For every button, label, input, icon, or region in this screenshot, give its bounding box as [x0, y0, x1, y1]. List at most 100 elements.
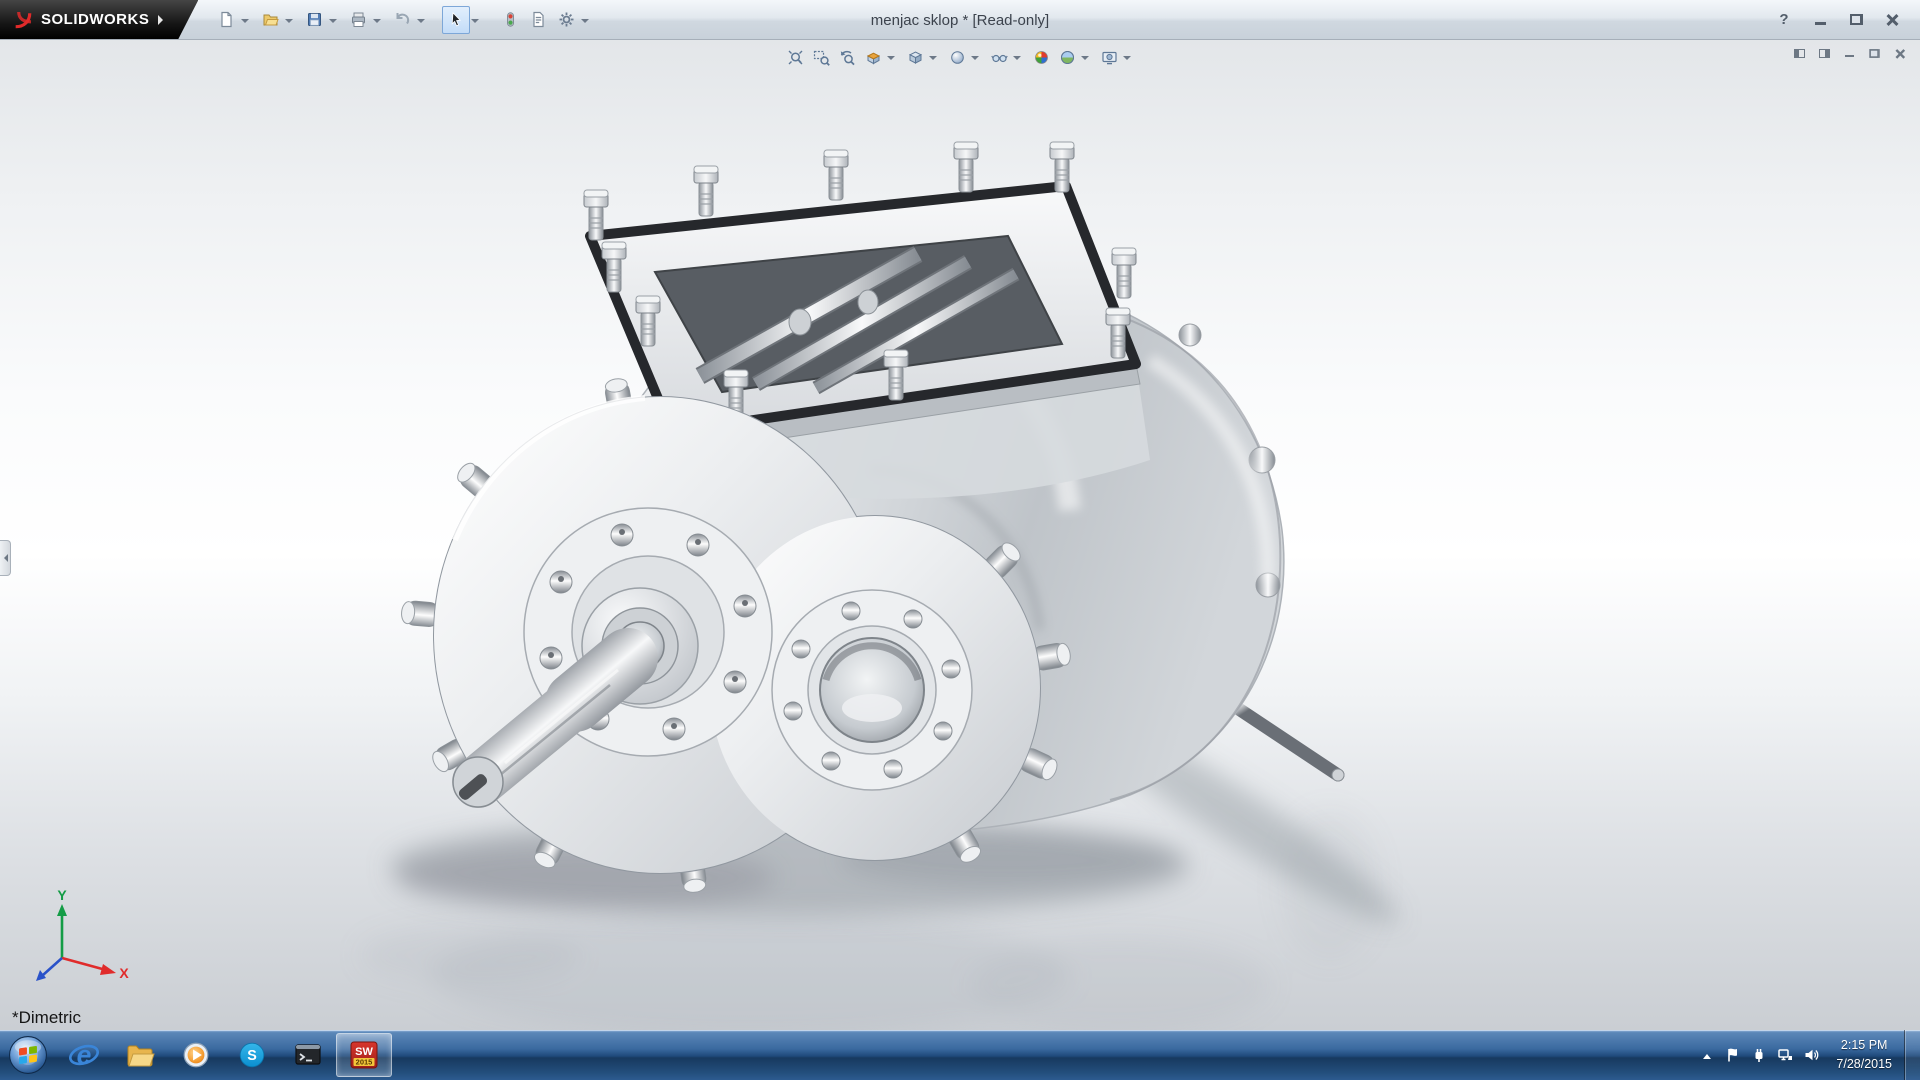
taskbar-windows-explorer[interactable]: [112, 1033, 168, 1077]
svg-text:2015: 2015: [356, 1058, 373, 1067]
network-icon: [1777, 1047, 1793, 1063]
save-dropdown[interactable]: [329, 19, 337, 27]
pane-right-icon: [1819, 49, 1830, 58]
print-icon: [350, 11, 367, 28]
new-document-icon: [218, 11, 235, 28]
view-orientation-button[interactable]: [902, 44, 928, 70]
flag-icon: [1725, 1047, 1741, 1063]
undo-dropdown[interactable]: [417, 19, 425, 27]
reference-triad: Y X: [26, 886, 130, 990]
solidworks-app-icon: SW 2015: [348, 1039, 380, 1071]
open-button[interactable]: [256, 6, 284, 34]
minimize-button[interactable]: [1804, 8, 1836, 32]
print-button[interactable]: [344, 6, 372, 34]
edit-appearance-button[interactable]: [1028, 44, 1054, 70]
new-document-dropdown[interactable]: [241, 19, 249, 27]
open-dropdown[interactable]: [285, 19, 293, 27]
options-button[interactable]: [552, 6, 580, 34]
triad-y-label: Y: [57, 887, 67, 903]
chevron-up-icon: [1703, 1050, 1711, 1059]
view-settings-icon: [1101, 49, 1118, 66]
doc-close-icon: [1894, 48, 1904, 58]
zoom-to-fit-button[interactable]: [782, 44, 808, 70]
svg-text:SW: SW: [355, 1046, 373, 1058]
restore-button[interactable]: [1840, 8, 1872, 32]
taskbar-skype[interactable]: S: [224, 1033, 280, 1077]
show-hidden-icons-button[interactable]: [1694, 1035, 1720, 1075]
brand-label: SOLIDWORKS: [41, 11, 149, 28]
rebuild-button[interactable]: [496, 6, 524, 34]
view-orientation-dropdown[interactable]: [929, 56, 937, 64]
taskbar-pinned-apps: e: [56, 1030, 392, 1080]
clock-time: 2:15 PM: [1841, 1036, 1888, 1055]
svg-text:S: S: [247, 1048, 257, 1064]
help-button[interactable]: ?: [1768, 8, 1800, 32]
print-dropdown[interactable]: [373, 19, 381, 27]
taskbar-clock[interactable]: 2:15 PM 7/28/2015: [1824, 1036, 1904, 1074]
view-orientation-label: *Dimetric: [12, 1008, 81, 1028]
display-style-dropdown[interactable]: [971, 56, 979, 64]
start-button[interactable]: [0, 1030, 56, 1080]
taskbar-media-player[interactable]: [168, 1033, 224, 1077]
titlebar: SOLIDWORKS: [0, 0, 1920, 40]
section-view-dropdown[interactable]: [887, 56, 895, 64]
file-properties-icon: [530, 11, 547, 28]
select-button[interactable]: [442, 6, 470, 34]
solidworks-menu-button[interactable]: SOLIDWORKS: [0, 0, 198, 39]
undo-button[interactable]: [388, 6, 416, 34]
hide-show-items-dropdown[interactable]: [1013, 56, 1021, 64]
select-cursor-icon: [448, 11, 465, 28]
collapse-arrow-icon: [0, 554, 8, 562]
graphics-area[interactable]: Y X *Dimetric: [0, 40, 1920, 1030]
rebuild-icon: [502, 11, 519, 28]
restore-icon: [1850, 14, 1863, 25]
pane-left-icon: [1794, 49, 1805, 58]
doc-restore-icon: [1869, 49, 1879, 58]
tray-hardware-button[interactable]: [1746, 1035, 1772, 1075]
apply-scene-dropdown[interactable]: [1081, 56, 1089, 64]
action-center-button[interactable]: [1720, 1035, 1746, 1075]
media-player-icon: [180, 1039, 212, 1071]
zoom-to-area-button[interactable]: [808, 44, 834, 70]
doc-minimize-button[interactable]: [1838, 44, 1860, 62]
hide-show-glasses-icon: [991, 49, 1008, 66]
open-icon: [262, 11, 279, 28]
command-prompt-icon: [292, 1039, 324, 1071]
close-button[interactable]: [1876, 8, 1908, 32]
taskbar: e: [0, 1030, 1920, 1080]
save-icon: [306, 11, 323, 28]
tray-network-button[interactable]: [1772, 1035, 1798, 1075]
clock-date: 7/28/2015: [1836, 1055, 1892, 1074]
triad-x-label: X: [119, 965, 129, 981]
display-style-button[interactable]: [944, 44, 970, 70]
feature-panel-collapse-handle[interactable]: [0, 540, 11, 576]
hide-show-items-button[interactable]: [986, 44, 1012, 70]
zoom-to-area-icon: [813, 49, 830, 66]
brand-expand-icon: [158, 15, 168, 25]
file-properties-button[interactable]: [524, 6, 552, 34]
save-button[interactable]: [300, 6, 328, 34]
svg-text:e: e: [77, 1040, 92, 1070]
select-dropdown[interactable]: [471, 19, 479, 27]
doc-minimize-icon: [1845, 55, 1854, 58]
doc-restore-button[interactable]: [1863, 44, 1885, 62]
section-view-button[interactable]: [860, 44, 886, 70]
taskbar-command-prompt[interactable]: [280, 1033, 336, 1077]
taskbar-internet-explorer[interactable]: e: [56, 1033, 112, 1077]
view-settings-button[interactable]: [1096, 44, 1122, 70]
tray-volume-button[interactable]: [1798, 1035, 1824, 1075]
internet-explorer-icon: e: [69, 1040, 99, 1070]
previous-view-button[interactable]: [834, 44, 860, 70]
windows-start-orb-icon: [8, 1035, 48, 1075]
apply-scene-button[interactable]: [1054, 44, 1080, 70]
new-document-button[interactable]: [212, 6, 240, 34]
pane-right-button[interactable]: [1813, 44, 1835, 62]
taskbar-solidworks[interactable]: SW 2015: [336, 1033, 392, 1077]
options-dropdown[interactable]: [581, 19, 589, 27]
solidworks-logo-icon: [12, 9, 34, 31]
gearbox-model[interactable]: [0, 40, 1920, 1030]
show-desktop-button[interactable]: [1904, 1030, 1920, 1080]
pane-left-button[interactable]: [1788, 44, 1810, 62]
view-settings-dropdown[interactable]: [1123, 56, 1131, 64]
doc-close-button[interactable]: [1888, 44, 1910, 62]
